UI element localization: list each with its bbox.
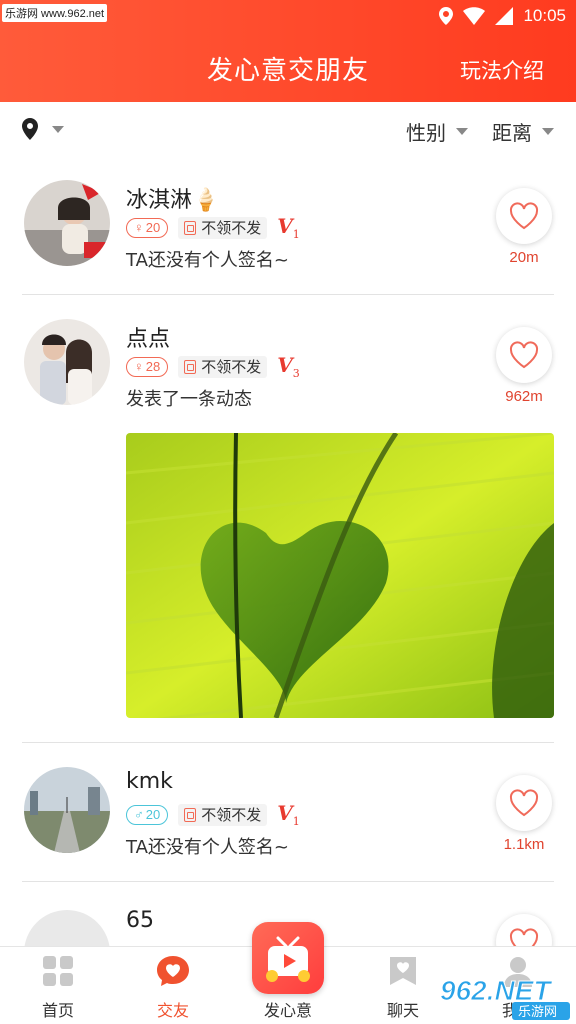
avatar[interactable] bbox=[24, 180, 110, 266]
female-icon: ♀ bbox=[134, 359, 144, 374]
vip-level: 3 bbox=[292, 367, 300, 380]
gender-filter-label: 性别 bbox=[406, 121, 446, 145]
tab-friends[interactable]: 交友 bbox=[133, 955, 213, 1021]
status-icons: 10:05 bbox=[439, 6, 566, 26]
age-badge: ♀ 28 bbox=[126, 356, 169, 377]
status-badge: 不领不发 bbox=[178, 355, 268, 378]
location-status-icon bbox=[439, 7, 454, 25]
watermark: 乐游网 www.962.net bbox=[2, 4, 108, 22]
tv-gift-icon bbox=[266, 936, 310, 982]
wifi-icon bbox=[463, 7, 486, 25]
avatar[interactable] bbox=[24, 767, 110, 853]
vip-badge: V1 bbox=[277, 801, 300, 828]
like-button[interactable] bbox=[496, 775, 552, 831]
status-badge-text: 不领不发 bbox=[201, 358, 262, 376]
rules-link[interactable]: 玩法介绍 bbox=[460, 55, 544, 85]
status-bar: 乐游网 www.962.net 10:05 bbox=[0, 0, 576, 32]
female-icon: ♀ bbox=[134, 220, 144, 235]
signal-icon bbox=[495, 7, 514, 25]
status-badge-text: 不领不发 bbox=[201, 219, 262, 237]
site-logo: 962.NET 乐游网 bbox=[436, 972, 572, 1022]
distance-value: 962m bbox=[505, 388, 543, 405]
user-tags: ♂ 20 不领不发 V1 bbox=[126, 801, 300, 828]
gender-filter[interactable]: 性别 bbox=[406, 117, 468, 146]
user-signature: TA还没有个人签名~ bbox=[126, 250, 289, 271]
tab-send-gift[interactable]: 发心意 bbox=[248, 993, 328, 1021]
send-gift-button[interactable] bbox=[252, 922, 324, 994]
svg-text:乐游网: 乐游网 bbox=[518, 1005, 557, 1020]
user-name: 冰淇淋🍦 bbox=[126, 188, 220, 213]
location-pin-icon bbox=[22, 118, 38, 140]
location-filter[interactable] bbox=[22, 118, 64, 140]
user-name: kmk bbox=[126, 769, 173, 794]
chevron-down-icon bbox=[52, 125, 64, 133]
age-value: 28 bbox=[145, 359, 161, 374]
filter-bar: 性别 距离 bbox=[0, 102, 576, 156]
heart-outline-icon bbox=[509, 341, 539, 369]
tab-label: 首页 bbox=[41, 1001, 74, 1020]
list-item[interactable]: 点点 ♀ 28 不领不发 V3 发表了一条动态 962m bbox=[0, 295, 576, 743]
tab-chat[interactable]: 聊天 bbox=[363, 955, 443, 1021]
status-badge: 不领不发 bbox=[178, 803, 268, 826]
tab-label: 发心意 bbox=[263, 1001, 312, 1020]
envelope-icon bbox=[184, 359, 197, 374]
tab-label: 交友 bbox=[156, 1001, 189, 1020]
age-badge: ♀ 20 bbox=[126, 217, 169, 238]
app-header: 乐游网 www.962.net 10:05 发心意交朋友 玩法介绍 bbox=[0, 0, 576, 102]
user-name: 65 bbox=[126, 908, 154, 933]
list-item[interactable]: kmk ♂ 20 不领不发 V1 TA还没有个人签名~ 1.1km bbox=[0, 743, 576, 882]
heart-outline-icon bbox=[509, 789, 539, 817]
tab-home[interactable]: 首页 bbox=[18, 955, 98, 1021]
user-tags: ♀ 20 不领不发 V1 bbox=[126, 214, 300, 241]
vip-badge: V1 bbox=[277, 214, 300, 241]
vip-level: 1 bbox=[292, 815, 300, 828]
chat-bookmark-icon bbox=[390, 957, 416, 985]
post-photo[interactable] bbox=[126, 433, 554, 718]
like-button[interactable] bbox=[496, 327, 552, 383]
clock: 10:05 bbox=[523, 6, 566, 25]
heart-outline-icon bbox=[509, 202, 539, 230]
tab-label: 聊天 bbox=[386, 1001, 419, 1020]
age-value: 20 bbox=[145, 807, 161, 822]
like-button[interactable] bbox=[496, 188, 552, 244]
user-signature: TA还没有个人签名~ bbox=[126, 837, 289, 858]
user-tags: ♀ 28 不领不发 V3 bbox=[126, 353, 300, 380]
age-value: 20 bbox=[145, 220, 161, 235]
user-name: 点点 bbox=[126, 327, 171, 352]
envelope-icon bbox=[184, 220, 197, 235]
chevron-down-icon bbox=[542, 128, 554, 135]
status-badge: 不领不发 bbox=[178, 216, 268, 239]
distance-value: 1.1km bbox=[503, 836, 545, 853]
vip-badge: V3 bbox=[277, 353, 300, 380]
chat-heart-icon bbox=[157, 956, 189, 986]
chevron-down-icon bbox=[456, 128, 468, 135]
male-icon: ♂ bbox=[134, 807, 144, 822]
list-item[interactable]: 冰淇淋🍦 ♀ 20 不领不发 V1 TA还没有个人签名~ 20m bbox=[0, 156, 576, 295]
user-list: 冰淇淋🍦 ♀ 20 不领不发 V1 TA还没有个人签名~ 20m 点点 ♀ 28… bbox=[0, 156, 576, 996]
home-grid-icon bbox=[43, 956, 73, 986]
status-badge-text: 不领不发 bbox=[201, 806, 262, 824]
age-badge: ♂ 20 bbox=[126, 804, 169, 825]
distance-filter[interactable]: 距离 bbox=[492, 117, 554, 146]
distance-filter-label: 距离 bbox=[492, 121, 532, 145]
distance-value: 20m bbox=[509, 249, 539, 266]
svg-text:962.NET: 962.NET bbox=[440, 975, 553, 1006]
envelope-icon bbox=[184, 807, 197, 822]
avatar[interactable] bbox=[24, 319, 110, 405]
user-signature: 发表了一条动态 bbox=[126, 389, 252, 410]
vip-level: 1 bbox=[292, 228, 300, 241]
